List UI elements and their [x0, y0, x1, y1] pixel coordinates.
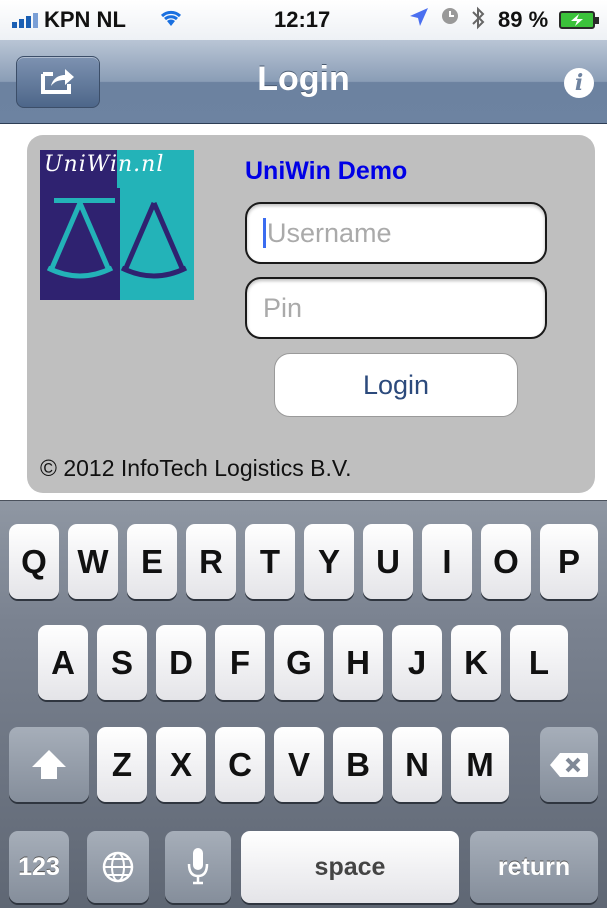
battery-charging-icon — [559, 11, 599, 29]
globe-key[interactable] — [87, 831, 149, 903]
logo-text: UniWin.nl — [44, 152, 165, 177]
pin-field[interactable]: Pin — [245, 277, 547, 339]
bluetooth-icon — [470, 5, 486, 37]
key-u[interactable]: U — [363, 524, 413, 599]
key-r[interactable]: R — [186, 524, 236, 599]
microphone-key[interactable] — [165, 831, 231, 903]
key-w[interactable]: W — [68, 524, 118, 599]
username-placeholder: Username — [267, 218, 392, 248]
login-panel: UniWin.nl UniWin Demo Username Pin Login… — [27, 135, 595, 493]
status-bar: KPN NL 12:17 89 % — [0, 0, 607, 40]
signal-bars-icon — [12, 13, 38, 28]
pin-placeholder: Pin — [263, 293, 303, 323]
key-d[interactable]: D — [156, 625, 206, 700]
clock-icon — [440, 6, 460, 32]
key-k[interactable]: K — [451, 625, 501, 700]
globe-icon — [101, 851, 135, 891]
key-v[interactable]: V — [274, 727, 324, 802]
key-j[interactable]: J — [392, 625, 442, 700]
login-button[interactable]: Login — [274, 353, 518, 417]
key-t[interactable]: T — [245, 524, 295, 599]
keyboard: Q W E R T Y U I O P A S D F G H J K L Z … — [0, 500, 607, 908]
key-b[interactable]: B — [333, 727, 383, 802]
wifi-icon — [158, 6, 184, 34]
page-title: Login — [257, 60, 350, 98]
key-z[interactable]: Z — [97, 727, 147, 802]
app-title: UniWin Demo — [245, 157, 408, 185]
username-field[interactable]: Username — [245, 202, 547, 264]
numbers-key[interactable]: 123 — [9, 831, 69, 903]
backspace-icon — [548, 749, 590, 786]
key-p[interactable]: P — [540, 524, 598, 599]
key-n[interactable]: N — [392, 727, 442, 802]
key-x[interactable]: X — [156, 727, 206, 802]
key-a[interactable]: A — [38, 625, 88, 700]
copyright-text: © 2012 InfoTech Logistics B.V. — [40, 455, 352, 481]
info-icon[interactable]: i — [564, 68, 594, 98]
key-i[interactable]: I — [422, 524, 472, 599]
return-key[interactable]: return — [470, 831, 598, 903]
key-f[interactable]: F — [215, 625, 265, 700]
location-arrow-icon — [408, 6, 430, 34]
key-h[interactable]: H — [333, 625, 383, 700]
key-m[interactable]: M — [451, 727, 509, 802]
backspace-key[interactable] — [540, 727, 598, 802]
microphone-icon — [186, 848, 210, 893]
shift-key[interactable] — [9, 727, 89, 802]
space-key[interactable]: space — [241, 831, 459, 903]
clock-time: 12:17 — [274, 7, 331, 32]
key-q[interactable]: Q — [9, 524, 59, 599]
uniwin-logo: UniWin.nl — [40, 150, 194, 300]
navigation-bar: Login i — [0, 40, 607, 124]
key-c[interactable]: C — [215, 727, 265, 802]
shift-icon — [29, 750, 69, 790]
key-l[interactable]: L — [510, 625, 568, 700]
login-content: UniWin.nl UniWin Demo Username Pin Login… — [0, 125, 607, 500]
text-cursor — [263, 217, 266, 248]
key-y[interactable]: Y — [304, 524, 354, 599]
battery-percentage: 89 % — [498, 7, 549, 32]
key-s[interactable]: S — [97, 625, 147, 700]
carrier-name: KPN NL — [44, 7, 126, 32]
key-e[interactable]: E — [127, 524, 177, 599]
key-o[interactable]: O — [481, 524, 531, 599]
key-g[interactable]: G — [274, 625, 324, 700]
